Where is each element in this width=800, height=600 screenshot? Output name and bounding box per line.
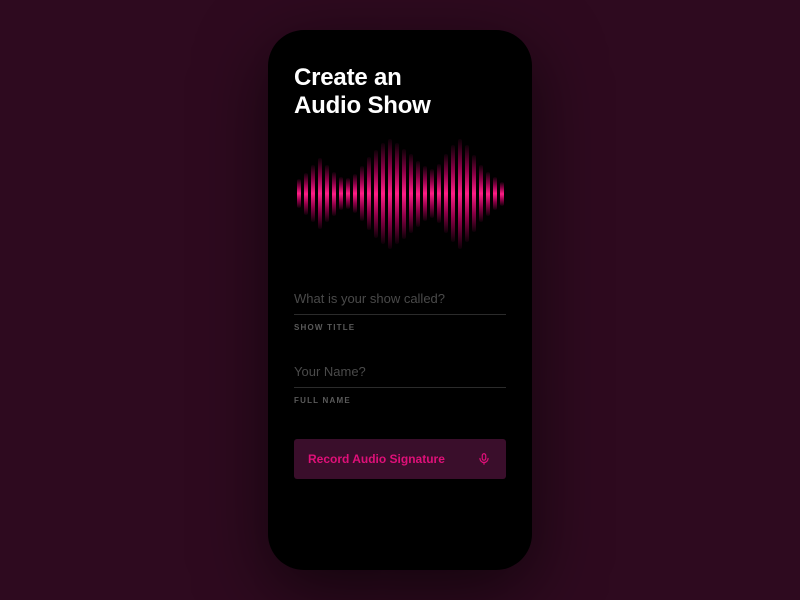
waveform-bar (395, 143, 399, 244)
create-show-form: SHOW TITLE FULL NAME (294, 285, 506, 405)
show-title-field: SHOW TITLE (294, 285, 506, 332)
waveform (294, 139, 506, 249)
waveform-bar (367, 157, 371, 230)
waveform-bar (423, 166, 427, 221)
waveform-bar (430, 169, 434, 217)
waveform-bar (318, 158, 322, 228)
waveform-bar (444, 154, 448, 233)
record-audio-signature-button[interactable]: Record Audio Signature (294, 439, 506, 479)
waveform-bar (339, 177, 343, 210)
page-title: Create an Audio Show (294, 64, 506, 121)
waveform-bar (416, 161, 420, 227)
waveform-bar (402, 149, 406, 239)
waveform-bar (353, 174, 357, 214)
waveform-bar (451, 145, 455, 242)
full-name-label: FULL NAME (294, 396, 506, 405)
title-line-1: Create an (294, 64, 402, 91)
waveform-bar (409, 154, 413, 233)
waveform-bar (493, 177, 497, 210)
waveform-bar (465, 145, 469, 242)
full-name-input[interactable] (294, 358, 506, 388)
waveform-bar (500, 182, 504, 206)
show-title-input[interactable] (294, 285, 506, 315)
waveform-bar (332, 172, 336, 216)
waveform-bar (458, 139, 462, 249)
microphone-icon (476, 451, 492, 467)
title-line-2: Audio Show (294, 92, 431, 119)
phone-frame: Create an Audio Show SHOW TITLE FULL NAM… (268, 30, 532, 570)
record-button-label: Record Audio Signature (308, 452, 445, 466)
waveform-bar (479, 165, 483, 222)
waveform-bar (486, 172, 490, 216)
waveform-bar (311, 165, 315, 222)
waveform-bar (374, 150, 378, 238)
waveform-bar (325, 165, 329, 222)
waveform-bar (346, 178, 350, 209)
waveform-bar (437, 164, 441, 223)
full-name-field: FULL NAME (294, 358, 506, 405)
waveform-bar (304, 173, 308, 215)
waveform-bar (360, 166, 364, 221)
waveform-bar (388, 139, 392, 249)
waveform-bar (381, 143, 385, 244)
waveform-bar (297, 179, 301, 208)
waveform-bar (472, 155, 476, 232)
show-title-label: SHOW TITLE (294, 323, 506, 332)
